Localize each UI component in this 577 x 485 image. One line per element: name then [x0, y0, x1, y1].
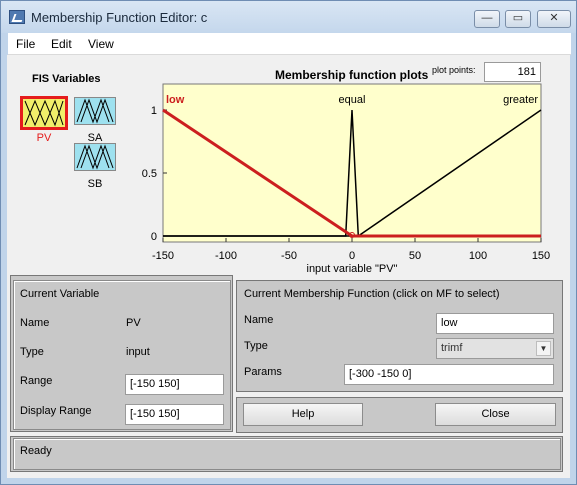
x-tick-label: -100	[215, 250, 237, 262]
mf-type-label: Type	[244, 340, 268, 352]
mf-label-greater[interactable]: greater	[503, 94, 538, 106]
x-tick-label: 50	[409, 250, 421, 262]
range-input[interactable]: [-150 150]	[125, 374, 224, 395]
x-tick-label: -50	[281, 250, 297, 262]
mf-label-low[interactable]: low	[166, 94, 185, 106]
variable-name-value: PV	[126, 317, 141, 329]
help-button[interactable]: Help	[243, 403, 363, 426]
display-range-label: Display Range	[20, 405, 92, 417]
variable-name-label: Name	[20, 317, 50, 329]
x-tick-label: 100	[469, 250, 487, 262]
status-frame	[13, 438, 561, 470]
x-axis-label: input variable "PV"	[307, 263, 398, 275]
variable-type-value: input	[126, 346, 150, 358]
current-mf-header: Current Membership Function (click on MF…	[244, 288, 500, 300]
current-variable-header: Current Variable	[20, 288, 100, 300]
y-tick-label: 1	[151, 105, 157, 117]
mf-label-equal[interactable]: equal	[339, 94, 366, 106]
x-tick-label: -150	[152, 250, 174, 262]
mf-name-label: Name	[244, 314, 274, 326]
mf-params-label: Params	[244, 366, 282, 378]
mf-type-select[interactable]: trimf ▼	[436, 338, 554, 359]
x-tick-label: 0	[349, 250, 355, 262]
mf-name-input[interactable]: low	[436, 313, 554, 334]
plot-area	[162, 83, 542, 243]
range-label: Range	[20, 375, 53, 387]
mf-type-value: trimf	[441, 342, 463, 354]
close-button[interactable]: Close	[435, 403, 556, 426]
status-text: Ready	[20, 445, 52, 457]
y-tick-label: 0.5	[142, 168, 157, 180]
x-tick-label: 150	[532, 250, 550, 262]
y-tick-label: 0	[151, 231, 157, 243]
variable-type-label: Type	[20, 346, 44, 358]
mf-params-input[interactable]: [-300 -150 0]	[344, 364, 554, 385]
display-range-input[interactable]: [-150 150]	[125, 404, 224, 425]
chevron-down-icon[interactable]: ▼	[536, 341, 551, 356]
